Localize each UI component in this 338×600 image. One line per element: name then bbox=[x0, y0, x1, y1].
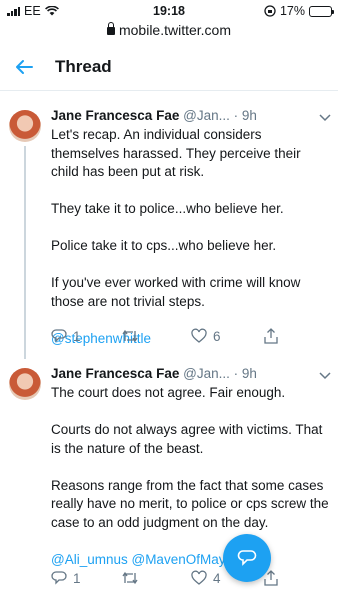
reply-count: 1 bbox=[73, 328, 81, 344]
like-count: 4 bbox=[213, 570, 221, 586]
tweet[interactable]: Jane Francesca Fae @Jan... · 9h Let's re… bbox=[0, 108, 338, 359]
share-icon bbox=[264, 328, 278, 344]
tweet-header: Jane Francesca Fae @Jan... · 9h bbox=[51, 108, 331, 123]
compose-icon bbox=[237, 550, 257, 566]
like-button[interactable]: 4 bbox=[191, 570, 221, 586]
url-text: mobile.twitter.com bbox=[118, 22, 232, 38]
tweet-paragraph: Police take it to cps...who believe her. bbox=[51, 238, 277, 253]
reply-icon bbox=[51, 329, 67, 343]
author-name[interactable]: Jane Francesca Fae bbox=[51, 366, 179, 381]
chevron-down-icon[interactable] bbox=[318, 110, 332, 124]
lock-icon bbox=[106, 22, 115, 35]
reply-button[interactable]: 1 bbox=[51, 570, 81, 586]
tweet-actions: 1 4 bbox=[51, 570, 321, 588]
avatar[interactable] bbox=[9, 110, 41, 142]
thread-line bbox=[24, 146, 26, 359]
reply-button[interactable]: 1 bbox=[51, 328, 81, 344]
tweet[interactable]: Jane Francesca Fae @Jan... · 9h The cour… bbox=[0, 366, 338, 600]
author-handle[interactable]: @Jan... bbox=[183, 108, 230, 123]
share-button[interactable] bbox=[263, 328, 279, 344]
rotation-lock-icon bbox=[264, 5, 276, 17]
chevron-down-icon[interactable] bbox=[318, 368, 332, 382]
tweet-paragraph: Let's recap. An individual considers the… bbox=[51, 127, 301, 179]
author-name[interactable]: Jane Francesca Fae bbox=[51, 108, 179, 123]
tweet-paragraph: Courts do not always agree with victims.… bbox=[51, 422, 323, 456]
tweet-paragraph: The court does not agree. Fair enough. bbox=[51, 385, 286, 400]
separator-dot: · bbox=[233, 108, 239, 123]
retweet-button[interactable] bbox=[121, 328, 139, 344]
retweet-button[interactable] bbox=[121, 570, 139, 586]
avatar[interactable] bbox=[9, 368, 41, 400]
tweet-actions: 1 6 bbox=[51, 328, 321, 346]
like-button[interactable]: 6 bbox=[191, 328, 221, 344]
thread-header: Thread bbox=[0, 44, 338, 91]
tweet-paragraph: They take it to police...who believe her… bbox=[51, 201, 284, 216]
tweet-time[interactable]: 9h bbox=[242, 108, 257, 123]
page-title: Thread bbox=[55, 57, 112, 76]
battery-icon bbox=[309, 5, 334, 17]
retweet-icon bbox=[122, 571, 138, 585]
reply-icon bbox=[51, 571, 67, 585]
tweet-time[interactable]: 9h bbox=[242, 366, 257, 381]
author-handle[interactable]: @Jan... bbox=[183, 366, 230, 381]
battery-percent: 17% bbox=[279, 4, 305, 18]
tweet-text: The court does not agree. Fair enough. C… bbox=[51, 384, 331, 588]
like-count: 6 bbox=[213, 328, 221, 344]
tweet-paragraph: If you've ever worked with crime will kn… bbox=[51, 275, 301, 309]
separator-dot: · bbox=[233, 366, 239, 381]
compose-button[interactable] bbox=[223, 534, 271, 582]
mention-link[interactable]: @Ali_umnus @MavenOfMayhem bbox=[51, 551, 329, 570]
retweet-icon bbox=[122, 329, 138, 343]
tweet-header: Jane Francesca Fae @Jan... · 9h bbox=[51, 366, 331, 381]
like-icon bbox=[191, 328, 207, 343]
status-bar: EE 19:18 17% bbox=[0, 0, 338, 22]
tweet-paragraph: Reasons range from the fact that some ca… bbox=[51, 477, 329, 530]
like-icon bbox=[191, 570, 207, 585]
back-arrow-icon[interactable] bbox=[14, 58, 34, 76]
url-bar[interactable]: mobile.twitter.com bbox=[0, 22, 338, 42]
reply-count: 1 bbox=[73, 570, 81, 586]
